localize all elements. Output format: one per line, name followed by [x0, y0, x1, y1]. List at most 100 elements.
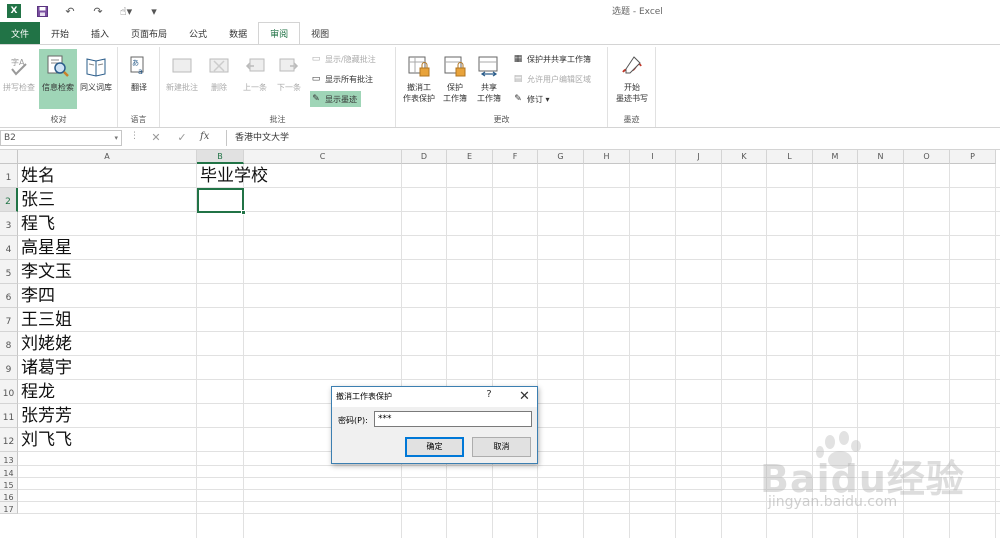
- row-header[interactable]: 10: [0, 380, 18, 404]
- column-header[interactable]: H: [584, 150, 630, 164]
- row-header[interactable]: 6: [0, 284, 18, 308]
- cancel-button[interactable]: 取消: [472, 437, 531, 457]
- cell-a3[interactable]: 程飞: [18, 212, 55, 236]
- start-inking-button[interactable]: 开始 墨迹书写: [612, 49, 652, 109]
- row-header[interactable]: 17: [0, 502, 18, 514]
- column-header[interactable]: I: [630, 150, 676, 164]
- cell-a10[interactable]: 程龙: [18, 380, 55, 404]
- protect-share-workbook-button[interactable]: ▦ 保护并共享工作簿: [512, 51, 595, 67]
- cell-a9[interactable]: 诸葛宇: [18, 356, 72, 380]
- cell-b1[interactable]: 毕业学校: [197, 164, 268, 188]
- share-workbook-button[interactable]: 共享 工作簿: [472, 49, 506, 109]
- column-header[interactable]: L: [767, 150, 813, 164]
- previous-comment-button[interactable]: 上一条: [238, 49, 272, 109]
- row-header[interactable]: 8: [0, 332, 18, 356]
- row-header[interactable]: 9: [0, 356, 18, 380]
- gridline: [629, 164, 630, 538]
- tab-review[interactable]: 审阅: [258, 22, 301, 44]
- tab-insert[interactable]: 插入: [80, 22, 120, 44]
- cell-a7[interactable]: 王三姐: [18, 308, 72, 332]
- thesaurus-button[interactable]: 同义词库: [77, 49, 115, 109]
- column-header[interactable]: O: [904, 150, 950, 164]
- column-header[interactable]: K: [722, 150, 767, 164]
- worksheet-grid[interactable]: A B C D E F G H I J K L M N O P 1 2 3 4 5 6 7 8 9 10 11 12 13 14 15 16 1…: [0, 150, 1000, 538]
- row-header[interactable]: 3: [0, 212, 18, 236]
- column-header[interactable]: F: [493, 150, 538, 164]
- ribbon: 字A 拼写检查 信息检索 同义词库 校对 あa 翻译 语言 新建批注 删除 上一…: [0, 44, 1000, 128]
- row-header[interactable]: 11: [0, 404, 18, 428]
- cell-a11[interactable]: 张芳芳: [18, 404, 72, 428]
- row-header[interactable]: 12: [0, 428, 18, 452]
- confirm-entry-button[interactable]: ✓: [172, 131, 192, 144]
- tab-data[interactable]: 数据: [218, 22, 258, 44]
- active-cell-b2[interactable]: [197, 188, 244, 213]
- ribbon-tabs: 文件 开始 插入 页面布局 公式 数据 审阅 视图: [0, 22, 1000, 44]
- column-header[interactable]: J: [676, 150, 722, 164]
- cell-a6[interactable]: 李四: [18, 284, 55, 308]
- show-all-comments-button[interactable]: ▭ 显示所有批注: [310, 71, 377, 87]
- column-header[interactable]: E: [447, 150, 493, 164]
- tab-home[interactable]: 开始: [40, 22, 80, 44]
- tab-file[interactable]: 文件: [0, 22, 40, 44]
- column-header[interactable]: P: [950, 150, 996, 164]
- column-header[interactable]: G: [538, 150, 584, 164]
- gridline: [903, 164, 904, 538]
- spelling-button[interactable]: 字A 拼写检查: [0, 49, 38, 109]
- password-field[interactable]: ***: [374, 411, 532, 427]
- insert-function-button[interactable]: fx: [200, 131, 209, 142]
- cell-a8[interactable]: 刘姥姥: [18, 332, 72, 356]
- new-comment-button[interactable]: 新建批注: [164, 49, 200, 109]
- row-header[interactable]: 1: [0, 164, 18, 188]
- next-comment-button[interactable]: 下一条: [272, 49, 306, 109]
- row-header[interactable]: 2: [0, 188, 18, 212]
- chevron-down-icon[interactable]: ▾: [114, 131, 118, 145]
- row-header[interactable]: 7: [0, 308, 18, 332]
- tab-view[interactable]: 视图: [300, 22, 340, 44]
- translate-button[interactable]: あa 翻译: [120, 49, 158, 109]
- cell-a1[interactable]: 姓名: [18, 164, 55, 188]
- cancel-entry-button[interactable]: ✕: [146, 131, 166, 144]
- ok-button[interactable]: 确定: [405, 437, 464, 457]
- save-icon[interactable]: [28, 0, 56, 22]
- touch-mode-icon[interactable]: ☝▾: [112, 0, 140, 22]
- column-header[interactable]: D: [402, 150, 447, 164]
- research-button[interactable]: 信息检索: [39, 49, 77, 109]
- delete-comment-button[interactable]: 删除: [202, 49, 236, 109]
- tab-formulas[interactable]: 公式: [178, 22, 218, 44]
- show-ink-button[interactable]: ✎ 显示墨迹: [310, 91, 361, 107]
- close-button[interactable]: ✕: [512, 387, 537, 407]
- customize-qat-icon[interactable]: ▾: [140, 0, 168, 22]
- ink-group-label: 墨迹: [623, 115, 640, 124]
- column-header[interactable]: N: [858, 150, 904, 164]
- excel-logo-icon[interactable]: X: [0, 0, 28, 22]
- show-hide-comment-button[interactable]: ▭ 显示/隐藏批注: [310, 51, 380, 67]
- redo-icon[interactable]: ↷: [84, 0, 112, 22]
- allow-edit-ranges-button[interactable]: ▤ 允许用户编辑区域: [512, 71, 595, 87]
- tab-page-layout[interactable]: 页面布局: [120, 22, 178, 44]
- row-header[interactable]: 5: [0, 260, 18, 284]
- fill-handle[interactable]: [241, 210, 246, 215]
- column-header[interactable]: M: [813, 150, 858, 164]
- protect-workbook-button[interactable]: 保护 工作簿: [438, 49, 472, 109]
- select-all-corner[interactable]: [0, 150, 18, 164]
- undo-icon[interactable]: ↶: [56, 0, 84, 22]
- track-changes-button[interactable]: ✎ 修订 ▾: [512, 91, 554, 107]
- cell-a12[interactable]: 刘飞飞: [18, 428, 72, 452]
- cell-a2[interactable]: 张三: [18, 188, 55, 212]
- formula-input[interactable]: 香港中文大学: [226, 130, 998, 146]
- name-box[interactable]: B2 ▾: [0, 130, 122, 146]
- column-header[interactable]: A: [18, 150, 197, 164]
- column-header[interactable]: B: [197, 150, 244, 164]
- column-header[interactable]: C: [244, 150, 402, 164]
- spelling-icon: 字A: [6, 53, 32, 79]
- row-header[interactable]: 15: [0, 478, 18, 490]
- row-header[interactable]: 16: [0, 490, 18, 502]
- row-header[interactable]: 14: [0, 466, 18, 478]
- row-header[interactable]: 13: [0, 452, 18, 466]
- cell-a5[interactable]: 李文玉: [18, 260, 72, 284]
- row-header[interactable]: 4: [0, 236, 18, 260]
- cell-a4[interactable]: 高星星: [18, 236, 72, 260]
- help-button[interactable]: ?: [482, 389, 496, 400]
- proofing-group-label: 校对: [50, 115, 67, 124]
- unprotect-sheet-button[interactable]: 撤消工 作表保护: [400, 49, 438, 109]
